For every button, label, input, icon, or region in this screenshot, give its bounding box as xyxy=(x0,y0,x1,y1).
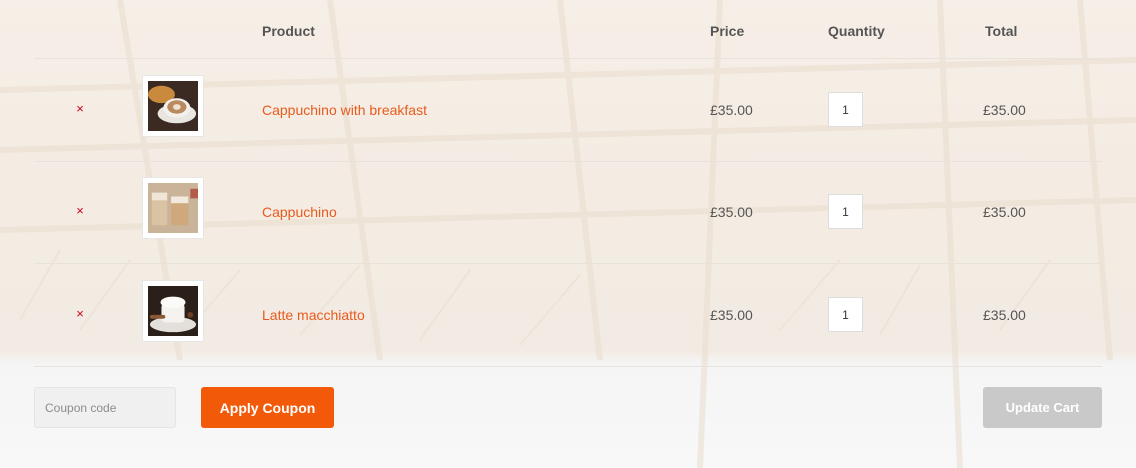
remove-item-icon[interactable]: × xyxy=(74,102,86,115)
column-header-quantity: Quantity xyxy=(828,23,885,39)
product-link[interactable]: Cappuchino xyxy=(262,204,337,220)
product-link[interactable]: Latte macchiatto xyxy=(262,307,365,323)
quantity-input[interactable] xyxy=(828,92,863,127)
cart-row: × Cappuchino £35.00 £35.00 xyxy=(34,161,1102,264)
item-total: £35.00 xyxy=(983,204,1026,220)
item-total: £35.00 xyxy=(983,102,1026,118)
remove-item-icon[interactable]: × xyxy=(74,307,86,320)
quantity-input[interactable] xyxy=(828,297,863,332)
column-header-total: Total xyxy=(985,23,1018,39)
product-link[interactable]: Cappuchino with breakfast xyxy=(262,102,427,118)
coffee-breakfast-thumbnail[interactable] xyxy=(142,75,204,137)
latte-cup-thumbnail[interactable] xyxy=(142,280,204,342)
remove-item-icon[interactable]: × xyxy=(74,204,86,217)
column-header-price: Price xyxy=(710,23,745,39)
item-price: £35.00 xyxy=(710,307,753,323)
cart-row: × Cappuchino with breakfast £35.00 £35.0… xyxy=(34,59,1102,162)
cart-table-header: Product Price Quantity Total xyxy=(34,0,1102,59)
cart-row: × Latte macchiatto £35.00 £35.00 xyxy=(34,264,1102,367)
item-price: £35.00 xyxy=(710,204,753,220)
item-total: £35.00 xyxy=(983,307,1026,323)
column-header-product: Product xyxy=(262,23,315,39)
apply-coupon-button[interactable]: Apply Coupon xyxy=(201,387,334,428)
coupon-code-input[interactable] xyxy=(34,387,176,428)
quantity-input[interactable] xyxy=(828,194,863,229)
item-price: £35.00 xyxy=(710,102,753,118)
cappuccino-glass-thumbnail[interactable] xyxy=(142,177,204,239)
update-cart-button[interactable]: Update Cart xyxy=(983,387,1102,428)
